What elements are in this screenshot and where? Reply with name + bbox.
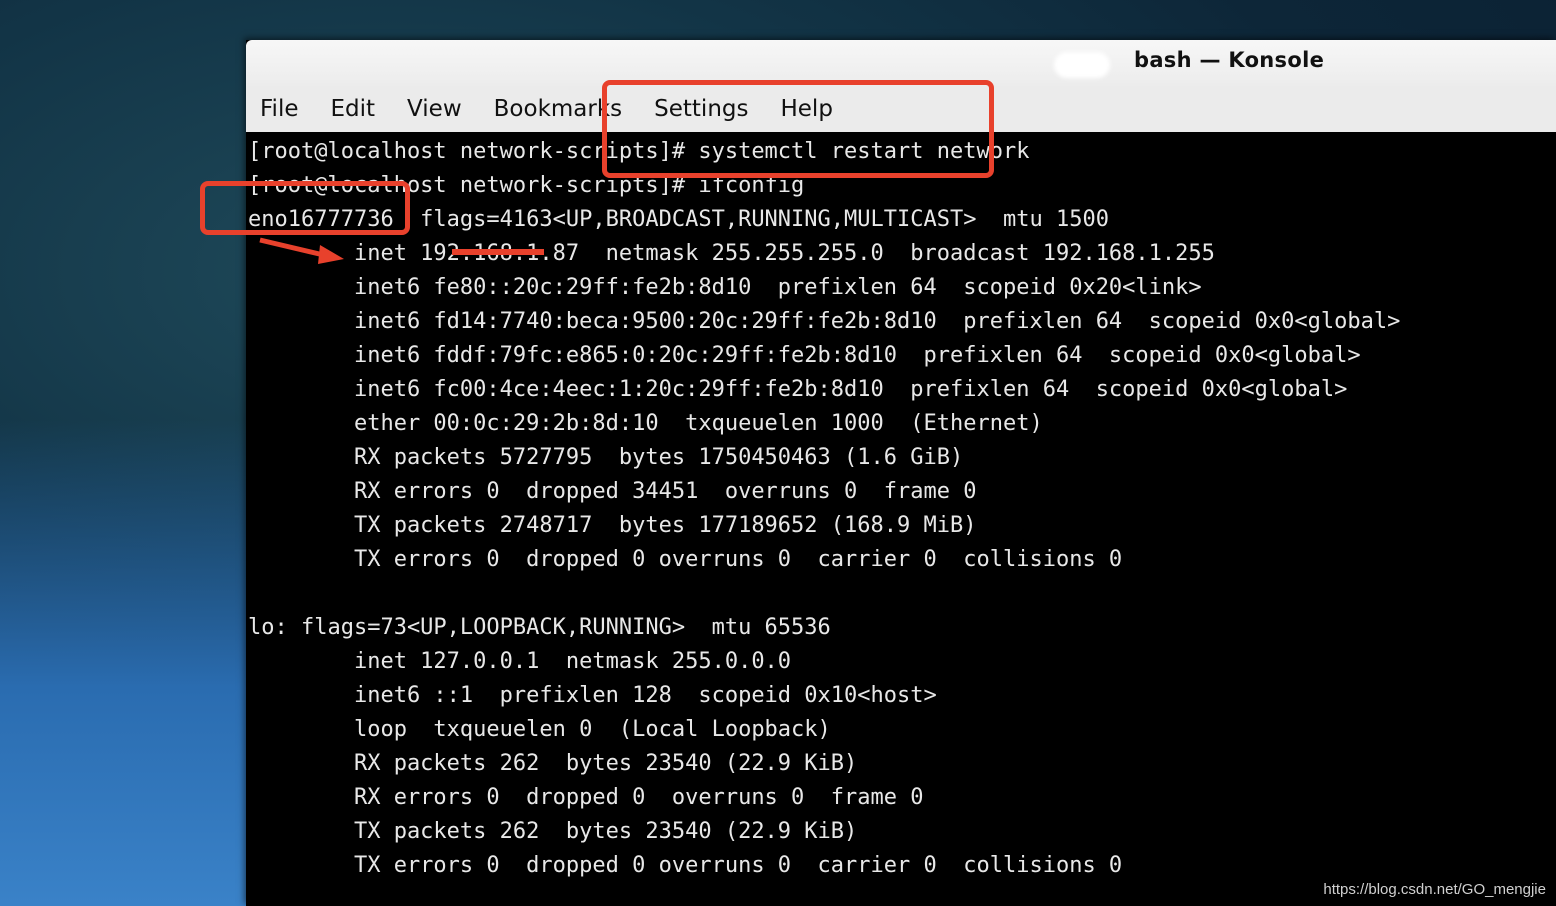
annotation-arrow-icon <box>259 237 344 264</box>
terminal-line: TX packets 2748717 bytes 177189652 (168.… <box>248 513 977 538</box>
terminal-line: lo: flags=73<UP,LOOPBACK,RUNNING> mtu 65… <box>248 615 831 640</box>
annotation-box-settings-command <box>602 80 994 178</box>
window-title: bash — Konsole <box>1134 48 1325 72</box>
terminal-line: RX errors 0 dropped 0 overruns 0 frame 0 <box>248 785 924 810</box>
terminal-line: RX packets 5727795 bytes 1750450463 (1.6… <box>248 445 964 470</box>
terminal-line: loop txqueuelen 0 (Local Loopback) <box>248 717 831 742</box>
menu-view[interactable]: View <box>391 96 478 122</box>
menu-edit[interactable]: Edit <box>315 96 392 122</box>
annotation-strike-ip <box>452 249 544 255</box>
terminal-line: inet6 fe80::20c:29ff:fe2b:8d10 prefixlen… <box>248 275 1202 300</box>
menu-file[interactable]: File <box>246 96 315 122</box>
terminal-line: inet6 ::1 prefixlen 128 scopeid 0x10<hos… <box>248 683 937 708</box>
terminal-line: inet 192.168.1.87 netmask 255.255.255.0 … <box>248 241 1215 266</box>
terminal-line: TX errors 0 dropped 0 overruns 0 carrier… <box>248 547 1123 572</box>
terminal-output[interactable]: [root@localhost network-scripts]# system… <box>246 132 1556 906</box>
terminal-line: inet6 fc00:4ce:4eec:1:20c:29ff:fe2b:8d10… <box>248 377 1348 402</box>
terminal-line: inet6 fddf:79fc:e865:0:20c:29ff:fe2b:8d1… <box>248 343 1361 368</box>
desktop-background <box>0 420 260 906</box>
annotation-box-interface-name <box>200 181 410 235</box>
terminal-line: eno16777736 flags=4163<UP,BROADCAST,RUNN… <box>248 207 1109 232</box>
redacted-title-blur <box>1054 52 1110 78</box>
watermark-text: https://blog.csdn.net/GO_mengjie <box>1323 881 1546 898</box>
terminal-line: TX packets 262 bytes 23540 (22.9 KiB) <box>248 819 858 844</box>
terminal-line: ether 00:0c:29:2b:8d:10 txqueuelen 1000 … <box>248 411 1043 436</box>
terminal-line: TX errors 0 dropped 0 overruns 0 carrier… <box>248 853 1123 878</box>
terminal-line: RX errors 0 dropped 34451 overruns 0 fra… <box>248 479 977 504</box>
terminal-line: RX packets 262 bytes 23540 (22.9 KiB) <box>248 751 858 776</box>
terminal-line: inet 127.0.0.1 netmask 255.0.0.0 <box>248 649 792 674</box>
terminal-line: inet6 fd14:7740:beca:9500:20c:29ff:fe2b:… <box>248 309 1401 334</box>
